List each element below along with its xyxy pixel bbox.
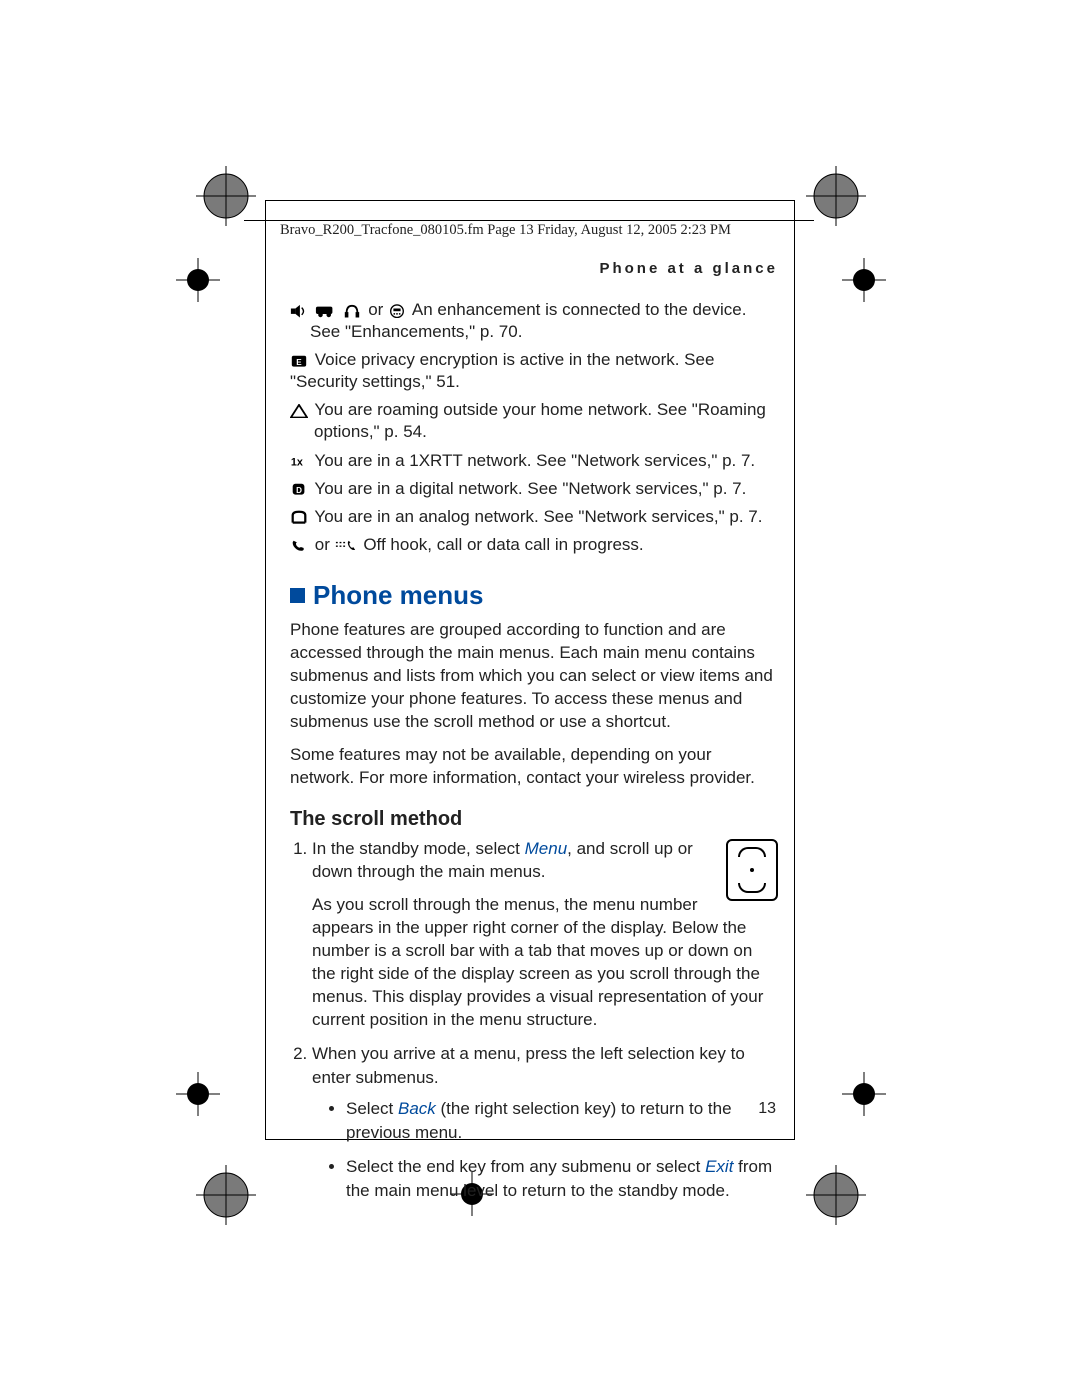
privacy-text: Voice privacy encryption is active in th…: [290, 350, 714, 391]
section-para-1: Phone features are grouped according to …: [290, 619, 778, 734]
registration-mark-icon: [176, 1072, 220, 1116]
crop-target-icon: [806, 166, 866, 226]
scroll-steps: In the standby mode, select Menu, and sc…: [290, 837, 778, 1203]
roaming-icon: [290, 402, 308, 418]
crop-target-icon: [196, 1165, 256, 1225]
registration-mark-icon: [842, 1072, 886, 1116]
analog-text: You are in an analog network. See "Netwo…: [314, 507, 762, 526]
framemaker-header: Bravo_R200_Tracfone_080105.fm Page 13 Fr…: [280, 222, 731, 239]
speaker-icon: [290, 302, 308, 318]
bullet-exit: Select the end key from any submenu or s…: [346, 1155, 778, 1203]
header-rule: [244, 220, 814, 221]
crop-target-icon: [806, 1165, 866, 1225]
step-2: When you arrive at a menu, press the lef…: [312, 1042, 778, 1203]
onex-text: You are in a 1XRTT network. See "Network…: [314, 451, 755, 470]
registration-mark-icon: [176, 258, 220, 302]
registration-mark-icon: [842, 258, 886, 302]
subheading: The scroll method: [290, 808, 778, 831]
offhook-text: Off hook, call or data call in progress.: [363, 535, 643, 554]
enhancement-ref: See "Enhancements," p. 70.: [310, 321, 778, 343]
crop-target-icon: [196, 166, 256, 226]
bullet-back: Select Back (the right selection key) to…: [346, 1097, 778, 1145]
svg-text:D: D: [296, 486, 302, 495]
roaming-text-b: options," p. 54.: [314, 421, 778, 443]
page-number: 13: [758, 1100, 776, 1118]
step-1-detail: As you scroll through the menus, the men…: [312, 894, 778, 1032]
car-kit-icon: [315, 302, 337, 318]
menu-keyword: Menu: [525, 839, 568, 858]
call-icon: [290, 537, 308, 553]
tty-icon: [388, 302, 406, 318]
onex-icon: 1x: [290, 453, 308, 469]
enhancement-text: An enhancement is connected to the devic…: [412, 300, 747, 319]
data-call-icon: [335, 537, 357, 553]
roaming-text-a: You are roaming outside your home networ…: [314, 400, 765, 419]
section-para-2: Some features may not be available, depe…: [290, 744, 778, 790]
back-keyword: Back: [398, 1099, 436, 1118]
svg-text:E: E: [296, 358, 302, 367]
step-2-bullets: Select Back (the right selection key) to…: [312, 1097, 778, 1202]
exit-keyword: Exit: [705, 1157, 733, 1176]
loopset-icon: [343, 302, 361, 318]
step-1: In the standby mode, select Menu, and sc…: [312, 837, 778, 1032]
section-heading: Phone menus: [290, 580, 778, 611]
digital-icon: D: [290, 481, 308, 497]
square-bullet-icon: [290, 588, 305, 603]
page-content: Phone at a glance or An enhancement is c…: [290, 260, 778, 1213]
running-head: Phone at a glance: [290, 260, 778, 277]
or-text: or: [368, 300, 383, 319]
analog-icon: [290, 509, 308, 525]
privacy-icon: E: [290, 352, 308, 368]
indicator-list: or An enhancement is connected to the de…: [290, 299, 778, 556]
digital-text: You are in a digital network. See "Netwo…: [314, 479, 746, 498]
scroll-key-graphic: [726, 839, 778, 901]
or-text-2: or: [315, 535, 330, 554]
svg-text:1x: 1x: [291, 457, 303, 469]
